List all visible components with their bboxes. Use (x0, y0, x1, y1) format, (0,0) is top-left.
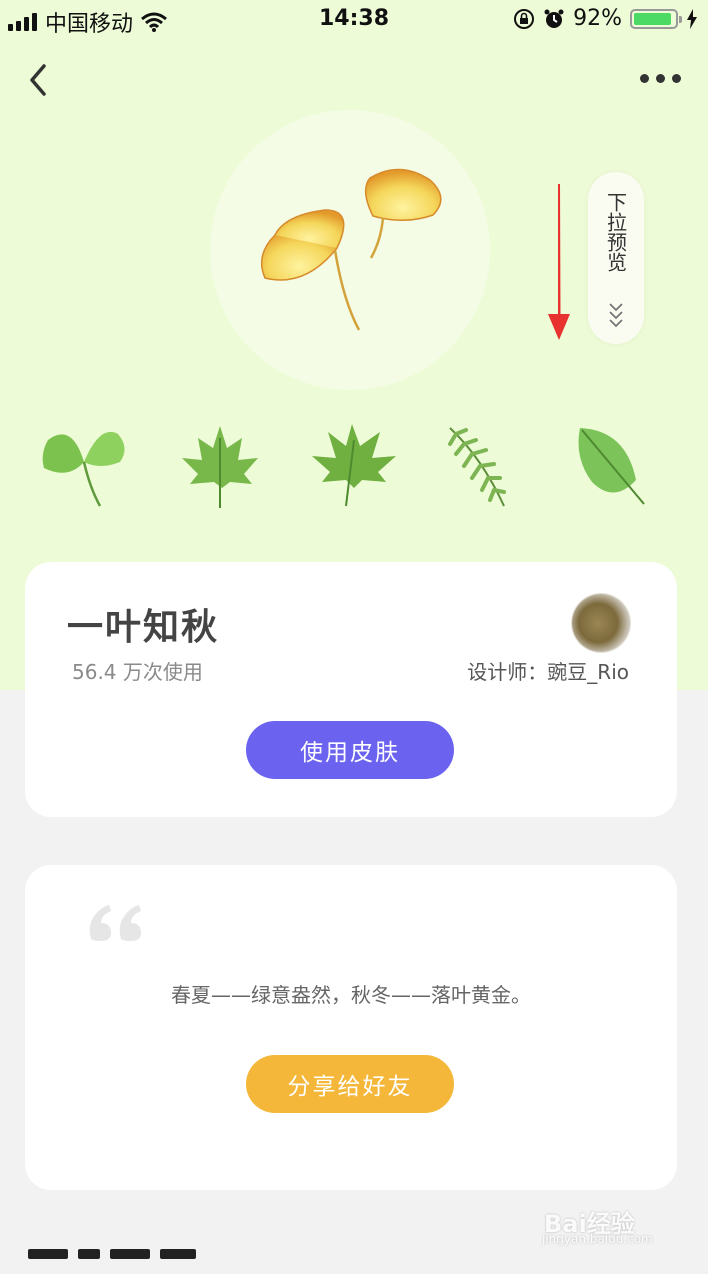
skin-description: 春夏——绿意盎然，秋冬——落叶黄金。 (171, 983, 531, 1007)
charging-icon (687, 8, 697, 29)
ginkgo-leaf-icon (42, 431, 125, 507)
pull-down-preview-tab[interactable]: 下拉预览 (588, 172, 644, 344)
leaf-option-oval[interactable] (574, 418, 670, 514)
fern-leaf-icon (448, 427, 506, 507)
baidu-watermark: Bai经验 jingyan.baidu.com (540, 1190, 680, 1250)
status-bar: 中国移动 14:38 92% (0, 0, 708, 38)
share-button[interactable]: 分享给好友 (246, 1055, 454, 1113)
leaf-option-fern[interactable] (442, 418, 538, 514)
next-section-heading-partial (28, 1244, 248, 1274)
alarm-icon (544, 9, 564, 28)
quote-icon (89, 905, 141, 941)
battery-icon (630, 8, 682, 29)
red-arrow-down-icon (548, 184, 570, 340)
leaf-option-maple-1[interactable] (172, 418, 268, 514)
pull-down-preview-label: 下拉预览 (603, 192, 628, 272)
designer-name[interactable]: 设计师：豌豆_Rio (467, 656, 629, 685)
skin-info-card: 一叶知秋 56.4 万次使用 设计师：豌豆_Rio 使用皮肤 (25, 562, 677, 817)
maple-leaf-icon (182, 426, 258, 508)
leaf-option-ginkgo[interactable] (38, 418, 134, 514)
oval-leaf-icon (578, 428, 645, 505)
double-chevron-down-icon (609, 303, 623, 328)
watermark-sub: jingyan.baidu.com (542, 1232, 653, 1246)
designer-avatar[interactable] (572, 594, 630, 652)
more-button[interactable] (640, 66, 688, 90)
leaf-options (0, 418, 708, 514)
ginkgo-preview-icon (260, 168, 442, 331)
skin-title: 一叶知秋 (67, 607, 220, 648)
maple-leaf-icon (312, 424, 396, 507)
leaf-option-maple-2[interactable] (306, 418, 402, 514)
more-dots-icon (640, 73, 649, 83)
back-button[interactable] (20, 60, 60, 100)
quote-card: 春夏——绿意盎然，秋冬——落叶黄金。 分享给好友 (25, 865, 677, 1190)
usage-count: 56.4 万次使用 (72, 660, 203, 684)
use-skin-button[interactable]: 使用皮肤 (246, 721, 454, 779)
battery-percent: 92% (573, 6, 622, 31)
rotation-lock-icon (514, 8, 535, 29)
